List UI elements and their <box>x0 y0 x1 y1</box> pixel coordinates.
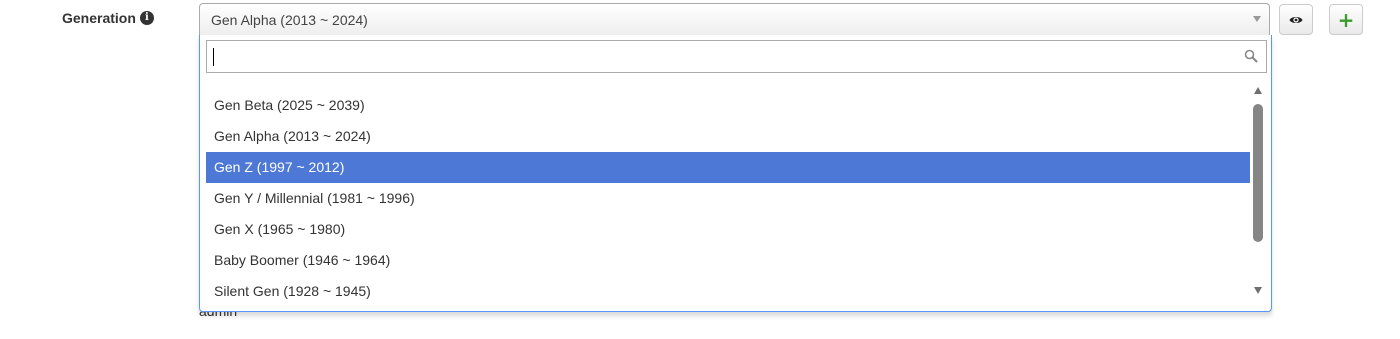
text-caret <box>213 48 214 66</box>
option-list: Gen Beta (2025 ~ 2039) Gen Alpha (2013 ~ … <box>206 90 1250 307</box>
dropdown-option[interactable]: Gen Z (1997 ~ 2012) <box>206 152 1250 183</box>
scroll-up-arrow-icon[interactable] <box>1254 87 1262 94</box>
generation-select-value: Gen Alpha (2013 ~ 2024) <box>211 12 368 28</box>
dropdown-option[interactable]: Gen Beta (2025 ~ 2039) <box>206 90 1250 121</box>
scroll-thumb[interactable] <box>1253 104 1263 242</box>
search-input[interactable] <box>207 41 1266 72</box>
info-circle-icon[interactable]: i <box>139 11 154 25</box>
eye-icon <box>1289 16 1303 23</box>
dropdown-option[interactable]: Gen Alpha (2013 ~ 2024) <box>206 121 1250 152</box>
add-button[interactable]: + <box>1329 4 1363 35</box>
generation-label-text: Generation <box>62 10 136 26</box>
dropdown-option[interactable]: Gen X (1965 ~ 1980) <box>206 214 1250 245</box>
generation-select[interactable]: Gen Alpha (2013 ~ 2024) <box>199 3 1270 36</box>
search-field[interactable] <box>206 40 1267 73</box>
triangle-down-icon <box>1253 16 1261 22</box>
search-icon <box>1244 49 1258 63</box>
view-button[interactable] <box>1279 4 1313 35</box>
scroll-down-arrow-icon[interactable] <box>1254 287 1262 294</box>
dropdown-option[interactable]: Baby Boomer (1946 ~ 1964) <box>206 245 1250 276</box>
dropdown-option[interactable]: Gen Y / Millennial (1981 ~ 1996) <box>206 183 1250 214</box>
page: Generation i Gen Alpha (2013 ~ 2024) + a… <box>0 0 1400 339</box>
dropdown-option[interactable]: Silent Gen (1928 ~ 1945) <box>206 276 1250 307</box>
plus-icon: + <box>1337 7 1355 32</box>
generation-field-label: Generation i <box>62 10 154 26</box>
generation-dropdown: Gen Beta (2025 ~ 2039) Gen Alpha (2013 ~ … <box>199 35 1272 312</box>
dropdown-scrollbar[interactable] <box>1250 82 1267 298</box>
